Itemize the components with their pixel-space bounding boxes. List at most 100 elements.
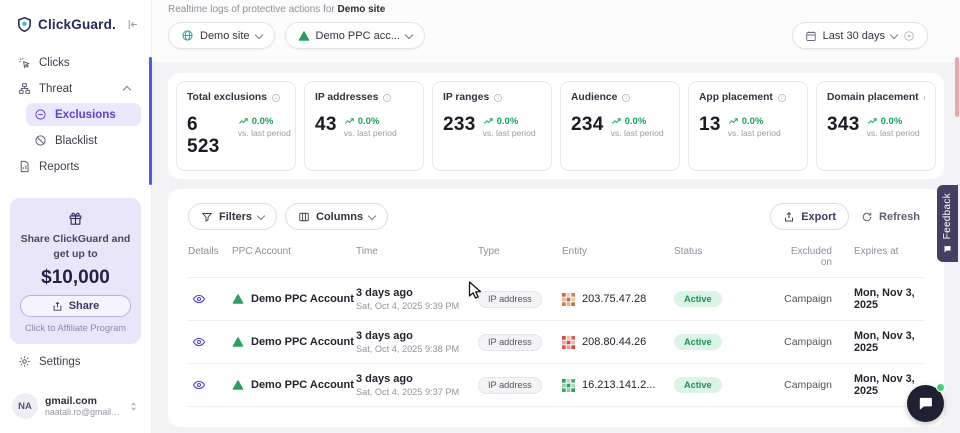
account-switcher[interactable]: NA gmail.com naatali.ro@gmail.com: [10, 389, 141, 423]
date-range-label: Last 30 days: [823, 30, 885, 42]
stat-value: 43: [315, 114, 337, 136]
export-button[interactable]: Export: [770, 203, 849, 230]
trend-up-icon: [728, 116, 739, 127]
expires-at: Mon, Nov 3, 2025: [832, 287, 924, 311]
nav-label: Threat: [39, 83, 72, 95]
export-button-label: Export: [801, 211, 836, 223]
info-icon[interactable]: [621, 93, 631, 103]
sidebar-item-reports[interactable]: Reports: [10, 155, 141, 178]
stat-label: Domain placement: [827, 92, 919, 103]
table-row[interactable]: Demo PPC Account 3 days agoSat, Oct 4, 2…: [188, 278, 924, 321]
time-exact: Sat, Oct 4, 2025 9:38 PM: [356, 344, 478, 354]
affiliate-program-link[interactable]: Click to Affiliate Program: [25, 323, 126, 333]
stat-value: 13: [699, 114, 721, 136]
share-icon: [52, 301, 63, 312]
trend-up-icon: [344, 116, 355, 127]
online-status-dot: [936, 383, 945, 392]
entity-identicon-icon: [562, 293, 575, 306]
filter-pill-row: Demo site Demo PPC acc... Last 30 days: [168, 22, 944, 49]
account-filter-dropdown[interactable]: Demo PPC acc...: [285, 22, 425, 49]
excluded-on: Campaign: [784, 336, 832, 348]
info-icon[interactable]: [493, 93, 503, 103]
column-header: Expires at: [832, 246, 924, 257]
nav-label: Exclusions: [55, 109, 116, 121]
clicks-cursor-icon: [18, 56, 31, 69]
site-filter-dropdown[interactable]: Demo site: [168, 22, 275, 49]
sidebar-item-exclusions[interactable]: Exclusions: [26, 103, 141, 126]
stats-panel: Total exclusions 6 523 0.0% vs. last per…: [168, 73, 944, 179]
share-button[interactable]: Share: [20, 295, 131, 317]
stat-delta: 0.0%: [625, 116, 647, 127]
globe-icon: [181, 29, 194, 42]
sidebar-nav: Clicks Threat Exclusions Blacklist: [10, 51, 141, 178]
chevron-down-icon: [254, 30, 262, 38]
date-range-dropdown[interactable]: Last 30 days: [792, 22, 928, 49]
details-eye-icon[interactable]: [188, 378, 232, 392]
nav-label: Blacklist: [55, 135, 97, 147]
logs-table-panel: Filters Columns Export: [168, 189, 944, 427]
stat-value: 343: [827, 114, 860, 136]
feedback-chat-icon: [943, 245, 952, 254]
filters-button[interactable]: Filters: [188, 203, 277, 230]
sidebar-item-threat[interactable]: Threat: [10, 77, 141, 100]
stat-card-total-exclusions: Total exclusions 6 523 0.0% vs. last per…: [176, 81, 296, 171]
settings-button[interactable]: Settings: [10, 350, 141, 373]
reports-document-icon: [18, 160, 31, 173]
details-eye-icon[interactable]: [188, 292, 232, 306]
ppc-account-icon: [298, 30, 310, 42]
time-exact: Sat, Oct 4, 2025 9:37 PM: [356, 387, 478, 397]
feedback-tab[interactable]: Feedback: [937, 185, 958, 262]
feedback-tab-label: Feedback: [942, 193, 953, 239]
stat-caption: vs. last period: [483, 128, 536, 138]
info-icon[interactable]: [777, 93, 787, 103]
table-row[interactable]: Demo PPC Account 3 days agoSat, Oct 4, 2…: [188, 321, 924, 364]
info-icon[interactable]: [271, 93, 281, 103]
excluded-on: Campaign: [784, 379, 832, 391]
sidebar: ClickGuard. Clicks Threat: [0, 0, 152, 433]
refresh-button[interactable]: Refresh: [857, 211, 924, 223]
nav-label: Reports: [39, 161, 79, 173]
stat-caption: vs. last period: [238, 128, 285, 138]
clear-icon[interactable]: [903, 30, 915, 42]
mouse-cursor: [468, 281, 482, 301]
trend-up-icon: [867, 116, 878, 127]
settings-label: Settings: [39, 356, 81, 368]
clickguard-logo-icon: [16, 16, 33, 33]
column-header: Time: [356, 246, 478, 257]
gift-icon: [68, 211, 83, 226]
stat-delta: 0.0%: [881, 116, 903, 127]
column-header: Details: [188, 246, 232, 257]
stat-label: App placement: [699, 92, 773, 103]
account-name: Demo PPC Account: [251, 379, 354, 391]
promo-amount: $10,000: [41, 267, 110, 289]
export-icon: [783, 211, 795, 223]
chat-launcher-button[interactable]: [907, 385, 944, 422]
stat-value: 234: [571, 114, 604, 136]
exclusions-minus-circle-icon: [34, 108, 47, 121]
page-scrollbar-thumb[interactable]: [955, 57, 959, 117]
columns-button[interactable]: Columns: [285, 203, 388, 230]
entity-identicon-icon: [562, 379, 575, 392]
app-root: ClickGuard. Clicks Threat: [0, 0, 960, 433]
site-filter-label: Demo site: [200, 30, 250, 42]
entity-identicon-icon: [562, 336, 575, 349]
refresh-icon: [861, 211, 873, 223]
sidebar-item-clicks[interactable]: Clicks: [10, 51, 141, 74]
sidebar-collapse-button[interactable]: [126, 18, 139, 31]
main-content: Realtime logs of protective actions for …: [152, 0, 960, 433]
stat-label: Total exclusions: [187, 92, 267, 103]
user-name: gmail.com: [45, 395, 121, 407]
info-icon[interactable]: [923, 93, 925, 103]
details-eye-icon[interactable]: [188, 335, 232, 349]
sidebar-scrollbar-thumb[interactable]: [149, 57, 152, 185]
info-icon[interactable]: [382, 93, 392, 103]
account-name: Demo PPC Account: [251, 293, 354, 305]
trend-up-icon: [611, 116, 622, 127]
stat-value: 6 523: [187, 114, 231, 158]
sidebar-item-blacklist[interactable]: Blacklist: [26, 129, 141, 152]
column-header: Excluded on: [784, 246, 832, 268]
table-row[interactable]: Demo PPC Account 3 days agoSat, Oct 4, 2…: [188, 364, 924, 407]
columns-button-label: Columns: [316, 211, 363, 223]
page-title-prefix: Realtime logs of protective actions for: [168, 4, 335, 15]
status-badge: Active: [674, 334, 722, 350]
